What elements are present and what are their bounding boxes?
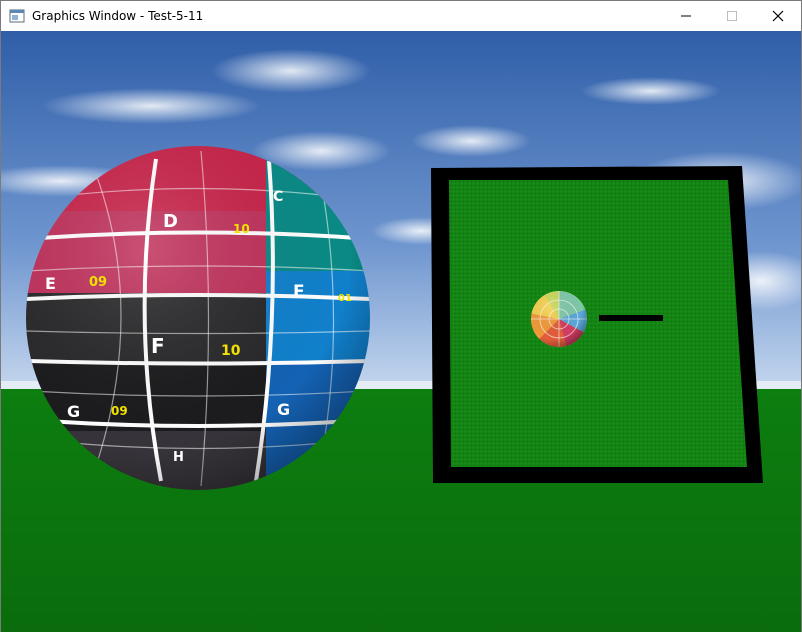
sphere-number-10: 10: [221, 343, 241, 359]
app-window-icon: [9, 8, 25, 24]
black-bar[interactable]: [599, 315, 663, 321]
close-icon: [772, 10, 784, 22]
window-controls: [663, 1, 801, 31]
sphere-number-09-b: 09: [111, 404, 128, 418]
application-window: Graphics Window - Test-5-11 D E F G H C …: [0, 0, 802, 632]
sphere-letter-f: F: [151, 334, 165, 358]
sphere-letter-g: G: [67, 402, 80, 421]
sphere-letter-d: D: [163, 211, 178, 232]
sphere-letter-g-side: G: [277, 400, 290, 419]
minimize-button[interactable]: [663, 1, 709, 31]
title-bar[interactable]: Graphics Window - Test-5-11: [1, 1, 801, 31]
sphere-number-01: 01: [338, 293, 352, 304]
board-surface: [449, 180, 747, 467]
maximize-icon: [727, 11, 737, 21]
graphics-viewport[interactable]: D E F G H C E G 09 10 09 10 01: [1, 31, 801, 632]
maximize-button[interactable]: [709, 1, 755, 31]
sphere-number-10-b: 10: [233, 222, 250, 236]
window-title: Graphics Window - Test-5-11: [32, 9, 204, 23]
sphere-number-09: 09: [89, 275, 107, 290]
sphere-letter-e-side: E: [293, 282, 305, 302]
scene-canvas[interactable]: D E F G H C E G 09 10 09 10 01: [1, 31, 801, 632]
close-button[interactable]: [755, 1, 801, 31]
sphere-letter-c: C: [273, 189, 283, 205]
minimize-icon: [681, 15, 691, 17]
sphere-letter-e: E: [45, 274, 56, 293]
sphere-letter-h: H: [173, 450, 184, 465]
green-board[interactable]: [431, 166, 763, 483]
